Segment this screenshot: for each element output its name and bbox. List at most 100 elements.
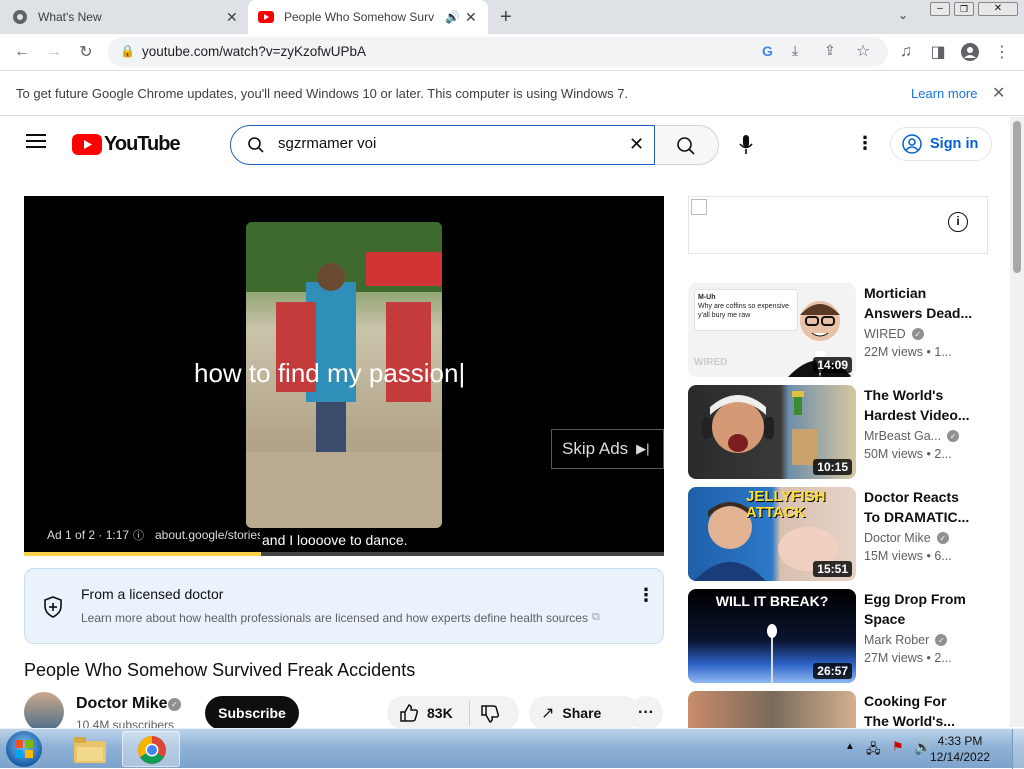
lock-icon[interactable]: 🔒: [120, 44, 135, 58]
channel-name[interactable]: MrBeast Ga... ✓: [864, 429, 960, 443]
close-infobar-icon[interactable]: ✕: [992, 83, 1005, 103]
sidebar-ad-slot[interactable]: i: [688, 196, 988, 254]
account-circle-icon: [902, 134, 922, 154]
audio-playing-icon[interactable]: 🔊: [445, 10, 460, 24]
system-clock[interactable]: 4:33 PM 12/14/2022: [930, 733, 990, 765]
channel-avatar[interactable]: [24, 692, 64, 732]
shield-plus-icon: [43, 596, 63, 623]
update-infobar: To get future Google Chrome updates, you…: [0, 70, 1024, 116]
video-player[interactable]: how to find my passion| and I loooove to…: [24, 196, 664, 556]
channel-name[interactable]: WIRED ✓: [864, 327, 924, 341]
youtube-favicon-icon: [258, 9, 274, 25]
media-controls-icon[interactable]: ♫: [896, 42, 916, 62]
close-window-icon[interactable]: ✕: [978, 2, 1018, 16]
verified-badge-icon: ✓: [947, 430, 960, 442]
recommended-video[interactable]: 10:15 The World's Hardest Video... MrBea…: [688, 385, 988, 479]
channel-name[interactable]: Doctor Mike: [76, 695, 168, 713]
close-tab-icon[interactable]: ✕: [226, 9, 238, 26]
ad-info-icon[interactable]: ⓘ: [133, 527, 144, 543]
video-meta: 15M views • 6...: [864, 549, 952, 563]
channel-label: Mark Rober: [864, 633, 930, 647]
clock-time: 4:33 PM: [937, 734, 983, 748]
tab-youtube-video[interactable]: People Who Somehow Survi 🔊 ✕: [248, 0, 488, 34]
skip-ads-label: Skip Ads: [562, 439, 629, 458]
hamburger-menu-icon[interactable]: [26, 133, 46, 154]
video-thumbnail[interactable]: 10:15: [688, 385, 856, 479]
channel-row: Doctor Mike ✓ 10.4M subscribers Subscrib…: [24, 692, 664, 732]
more-actions-button[interactable]: ···: [629, 696, 663, 730]
page-scrollbar[interactable]: [1010, 117, 1024, 727]
thumbs-down-icon[interactable]: [480, 704, 500, 729]
settings-more-icon[interactable]: ⋮: [856, 133, 874, 154]
sign-in-button[interactable]: Sign in: [890, 127, 992, 161]
panel-more-icon[interactable]: ⋮: [637, 585, 655, 606]
reload-icon[interactable]: ↻: [76, 42, 96, 62]
show-hidden-icons[interactable]: ▲: [845, 741, 855, 752]
video-title[interactable]: Egg Drop From Space: [864, 589, 974, 629]
learn-more-link[interactable]: Learn more: [911, 86, 977, 101]
like-count[interactable]: 83K: [427, 705, 453, 721]
subscribe-button[interactable]: Subscribe: [205, 696, 299, 730]
like-dislike-group: 83K: [387, 696, 519, 730]
search-button[interactable]: [655, 125, 719, 165]
profile-icon[interactable]: [960, 42, 980, 62]
volume-icon[interactable]: 🔊: [914, 739, 931, 756]
recommended-video[interactable]: WILL IT BREAK? 26:57 Egg Drop From Space…: [688, 589, 988, 683]
share-button[interactable]: ↗ Share: [529, 696, 641, 730]
restore-icon[interactable]: ❐: [954, 2, 974, 16]
video-thumbnail[interactable]: [688, 691, 856, 728]
close-tab-icon[interactable]: ✕: [465, 9, 477, 26]
action-center-warning-icon[interactable]: ⚑: [892, 739, 904, 755]
chrome-menu-icon[interactable]: ⋮: [992, 42, 1012, 62]
clear-search-icon[interactable]: ✕: [629, 134, 644, 155]
google-lens-icon[interactable]: G: [762, 43, 773, 59]
ad-info-icon[interactable]: i: [948, 212, 968, 232]
youtube-logo[interactable]: YouTube: [72, 133, 181, 156]
ad-caption-sub: and I loooove to dance.: [262, 532, 408, 548]
back-icon[interactable]: ←: [12, 42, 32, 62]
video-title[interactable]: Mortician Answers Dead...: [864, 283, 974, 323]
video-title[interactable]: Doctor Reacts To DRAMATIC...: [864, 487, 974, 527]
scrollbar-thumb[interactable]: [1013, 121, 1021, 273]
network-icon[interactable]: 🖧: [866, 740, 881, 762]
start-button[interactable]: [6, 731, 42, 767]
share-arrow-icon: ↗: [541, 705, 555, 722]
channel-name[interactable]: Mark Rober ✓: [864, 633, 948, 647]
panel-text[interactable]: Learn more about how health professional…: [81, 611, 588, 625]
search-input[interactable]: sgzrmamer voi: [278, 135, 376, 152]
tab-search-chevron-icon[interactable]: ⌄: [898, 8, 908, 22]
ad-link[interactable]: about.google/stories: [155, 528, 260, 542]
address-bar[interactable]: 🔒 youtube.com/watch?v=zyKzofwUPbA G ⤓ ⇪ …: [108, 37, 888, 67]
share-page-icon[interactable]: ⇪: [824, 42, 836, 59]
minimize-icon[interactable]: –: [930, 2, 950, 16]
recommended-video[interactable]: M-Uh Why are coffins so expensive y'all …: [688, 283, 988, 377]
ad-progress-bar[interactable]: [24, 552, 664, 556]
video-thumbnail[interactable]: M-Uh Why are coffins so expensive y'all …: [688, 283, 856, 377]
video-thumbnail[interactable]: JELLYFISH ATTACK 15:51: [688, 487, 856, 581]
tweet-user: M-Uh: [698, 294, 716, 301]
new-tab-icon[interactable]: +: [500, 6, 512, 29]
search-box[interactable]: sgzrmamer voi ✕: [230, 125, 655, 165]
thumbs-up-icon[interactable]: [399, 703, 419, 728]
chrome-taskbar-button[interactable]: [122, 731, 180, 767]
side-panel-icon[interactable]: ◨: [928, 42, 948, 62]
recommended-video[interactable]: Cooking For The World's...: [688, 691, 988, 728]
explorer-taskbar-button[interactable]: [66, 731, 114, 767]
show-desktop-button[interactable]: [1012, 729, 1024, 769]
forward-icon[interactable]: →: [44, 42, 64, 62]
video-thumbnail[interactable]: WILL IT BREAK? 26:57: [688, 589, 856, 683]
tab-whats-new[interactable]: What's New ✕: [12, 0, 244, 34]
channel-name[interactable]: Doctor Mike ✓: [864, 531, 949, 545]
thumbnail-text: WIRED: [694, 357, 728, 368]
video-title[interactable]: Cooking For The World's...: [864, 691, 974, 728]
bookmark-star-icon[interactable]: ☆: [856, 41, 870, 61]
video-title[interactable]: The World's Hardest Video...: [864, 385, 974, 425]
recommended-video[interactable]: JELLYFISH ATTACK 15:51 Doctor Reacts To …: [688, 487, 988, 581]
voice-search-button[interactable]: [728, 127, 764, 163]
install-app-icon[interactable]: ⤓: [792, 42, 798, 59]
external-link-icon[interactable]: ⧉: [592, 611, 600, 624]
youtube-header: YouTube sgzrmamer voi ✕ ⋮ Sign in: [0, 117, 1010, 173]
chrome-icon: [12, 9, 28, 25]
thumbnail-text: WILL IT BREAK?: [715, 593, 829, 609]
skip-ads-button[interactable]: Skip Ads ▶|: [551, 429, 664, 469]
